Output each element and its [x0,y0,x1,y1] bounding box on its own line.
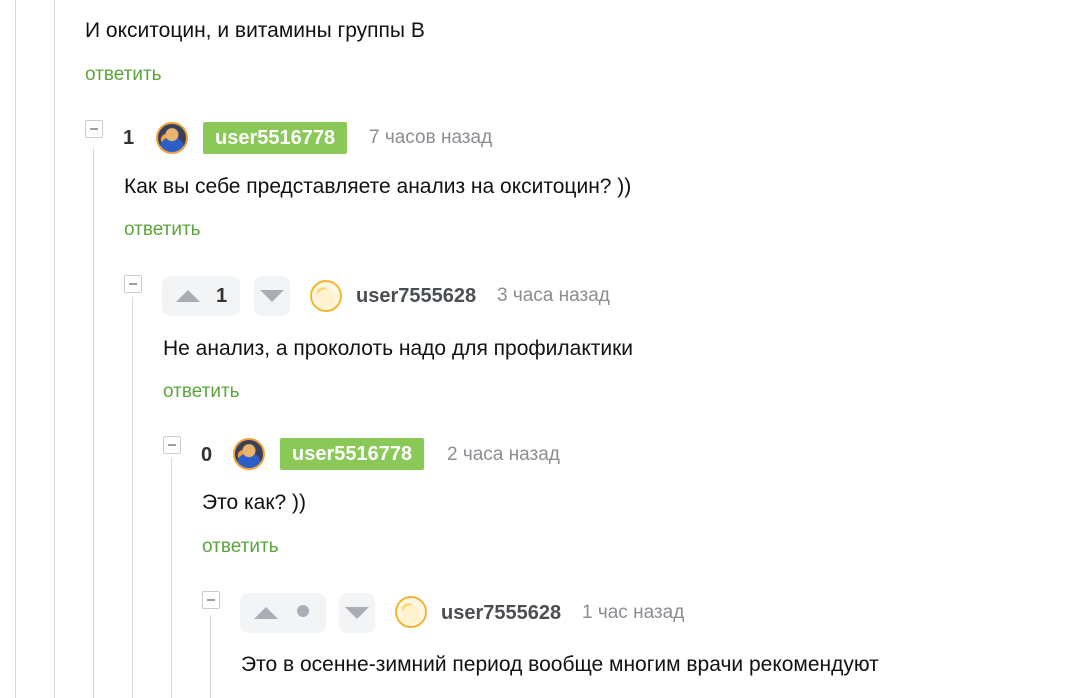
comment-time: 1 час назад [582,602,685,623]
thread-line [54,0,55,698]
downvote-box[interactable] [254,276,290,316]
avatar-user5516778-icon[interactable] [233,438,265,470]
reply-link[interactable]: ответить [163,380,240,404]
author-username-badge[interactable]: user5516778 [280,438,425,470]
upvote-arrow-icon[interactable] [176,290,200,302]
collapse-button[interactable] [85,120,103,138]
avatar-user7555628-icon[interactable] [395,596,427,628]
rating-hidden-dot-icon [297,605,309,617]
comment-time: 2 часа назад [447,444,560,465]
reply-link[interactable]: ответить [124,218,201,242]
author-username-badge[interactable]: user5516778 [203,122,348,154]
collapse-button[interactable] [202,591,220,609]
avatar-user7555628-icon[interactable] [310,280,342,312]
collapse-button[interactable] [163,436,181,454]
comment-time: 3 часа назад [497,285,610,306]
collapse-button[interactable] [124,275,142,293]
comment-username[interactable]: user7555628 [441,601,561,625]
thread-line [210,615,211,698]
comment-text: И окситоцин, и витамины группы В [85,19,425,42]
upvote-arrow-icon[interactable] [254,607,278,619]
comment-text: Это в осенне-зимний период вообще многим… [241,653,879,676]
comment-text: Не анализ, а проколоть надо для профилак… [163,337,634,360]
thread-line [15,0,16,698]
thread-line [132,297,133,698]
comment-rating: 1 [123,127,135,149]
reply-link[interactable]: ответить [202,535,279,559]
vote-box: 1 [162,276,240,316]
comment-rating: 0 [201,444,213,466]
avatar-user5516778-icon[interactable] [156,122,188,154]
downvote-box[interactable] [339,593,375,633]
thread-line [171,458,172,698]
vote-box [240,593,326,633]
downvote-arrow-icon[interactable] [260,290,284,302]
comment-text: Это как? )) [202,491,307,514]
vote-count: 1 [216,285,228,307]
comment-time: 7 часов назад [369,127,493,148]
comment-thread: И окситоцин, и витамины группы В ответит… [0,0,1081,698]
comment-text: Как вы себе представляете анализ на окси… [124,175,632,198]
reply-link[interactable]: ответить [85,63,162,87]
downvote-arrow-icon[interactable] [345,607,369,619]
comment-username[interactable]: user7555628 [356,284,476,308]
thread-line [93,148,94,698]
